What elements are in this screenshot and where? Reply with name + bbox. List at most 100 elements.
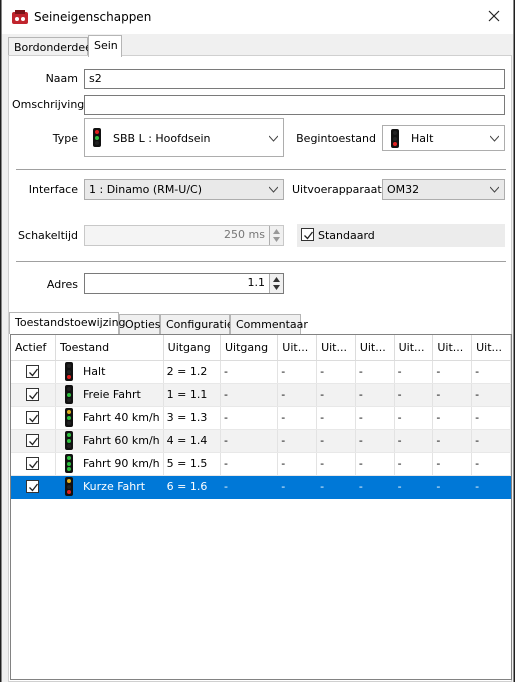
signal-icon (65, 362, 74, 381)
actief-checkbox[interactable] (26, 480, 39, 494)
empty-cell: - (432, 452, 473, 476)
column-header[interactable]: Uit... (471, 335, 511, 361)
naam-input[interactable]: s2 (84, 69, 505, 89)
column-header[interactable]: Uitgang (220, 335, 279, 361)
toestand-grid: Actief Toestand Uitgang Uitgang Uit... Uit...… (10, 334, 512, 680)
toestand-cell: Freie Fahrt (55, 383, 164, 407)
begintoestand-select[interactable]: Halt (382, 125, 505, 151)
toestand-cell: Fahrt 40 km/h (55, 406, 164, 430)
uitvoerapparaat-label: Uitvoerapparaat (292, 183, 382, 196)
table-row[interactable]: Fahrt 90 km/h 5 = 1.5- - - - - - - (11, 452, 511, 476)
dialog-window: Seineigenschappen Bordonderdeel Sein Naa… (1, 0, 514, 682)
column-header[interactable]: Uit... (277, 335, 318, 361)
toestand-label: Halt (83, 364, 106, 378)
empty-cell: - (220, 475, 279, 499)
actief-cell (11, 429, 57, 453)
empty-cell: - (432, 429, 473, 453)
app-icon (12, 10, 28, 24)
toestand-label: Fahrt 40 km/h (83, 410, 160, 424)
type-value: SBB L : Hoofdsein (113, 132, 211, 145)
check-icon (304, 231, 314, 240)
table-row[interactable]: Kurze Fahrt 6 = 1.6- - - - - - - (11, 475, 511, 499)
empty-cell: - (394, 452, 434, 476)
table-row[interactable]: Halt 2 = 1.2- - - - - - - (11, 360, 511, 384)
tab-bordonderdeel[interactable]: Bordonderdeel (8, 37, 95, 56)
toestand-cell: Fahrt 60 km/h (55, 429, 164, 453)
check-icon (29, 460, 39, 469)
empty-cell: - (471, 406, 511, 430)
toestand-cell: Halt (55, 360, 164, 384)
tab-sein[interactable]: Sein (88, 35, 122, 57)
empty-cell: - (394, 475, 434, 499)
standaard-checkbox[interactable] (301, 228, 314, 241)
table-row[interactable]: Freie Fahrt 1 = 1.1- - - - - - - (11, 383, 511, 407)
schakeltijd-input[interactable]: 250 ms (84, 225, 284, 246)
column-header[interactable]: Uit... (355, 335, 395, 361)
adres-input[interactable]: 1.1 (84, 273, 284, 294)
toestand-label: Freie Fahrt (83, 387, 141, 401)
spin-up-icon (273, 229, 280, 234)
tab-commentaar[interactable]: Commentaar (230, 314, 308, 334)
signal-icon (65, 408, 74, 427)
empty-cell: - (220, 452, 279, 476)
interface-value: 1 : Dinamo (RM-U/C) (89, 183, 203, 196)
uitvoerapparaat-select[interactable]: OM32 (382, 179, 505, 200)
uitgang-cell: 6 = 1.6 (163, 475, 221, 499)
empty-cell: - (277, 406, 318, 430)
divider (16, 169, 506, 170)
schakeltijd-value: 250 ms (224, 228, 265, 241)
actief-checkbox[interactable] (26, 365, 39, 379)
title-bar: Seineigenschappen (2, 0, 513, 34)
close-button[interactable] (483, 6, 505, 28)
empty-cell: - (277, 429, 318, 453)
actief-cell (11, 406, 57, 430)
empty-cell: - (432, 475, 473, 499)
empty-cell: - (220, 360, 279, 384)
tab-configuratie[interactable]: Configuratie (160, 314, 234, 334)
actief-cell (11, 452, 57, 476)
empty-cell: - (394, 360, 434, 384)
column-header[interactable]: Actief (11, 335, 57, 361)
table-row[interactable]: Fahrt 40 km/h 3 = 1.3- - - - - - - (11, 406, 511, 430)
chevron-down-icon (269, 135, 278, 142)
tab-toestandstoewijzing[interactable]: Toestandstoewijzing (9, 312, 126, 334)
spin-up-icon (273, 277, 280, 282)
actief-cell (11, 360, 57, 384)
omschrijving-label: Omschrijving (12, 98, 85, 111)
interface-select[interactable]: 1 : Dinamo (RM-U/C) (84, 179, 284, 200)
actief-checkbox[interactable] (26, 411, 39, 425)
actief-checkbox[interactable] (26, 388, 39, 402)
column-header[interactable]: Toestand (55, 335, 164, 361)
table-row[interactable]: Fahrt 60 km/h 4 = 1.4- - - - - - - (11, 429, 511, 453)
standaard-label: Standaard (318, 229, 375, 242)
column-header[interactable]: Uitgang (163, 335, 221, 361)
chevron-down-icon (490, 135, 499, 142)
column-header[interactable]: Uit... (432, 335, 473, 361)
empty-cell: - (277, 452, 318, 476)
uitvoerapparaat-value: OM32 (387, 183, 420, 196)
type-select[interactable]: SBB L : Hoofdsein (84, 118, 284, 157)
actief-checkbox[interactable] (26, 434, 39, 448)
naam-label: Naam (45, 72, 78, 85)
column-header[interactable]: Uit... (394, 335, 434, 361)
check-icon (29, 437, 39, 446)
actief-checkbox[interactable] (26, 457, 39, 471)
adres-spinner[interactable] (269, 274, 283, 293)
column-header[interactable]: Uit... (316, 335, 356, 361)
check-icon (29, 391, 39, 400)
empty-cell: - (355, 360, 395, 384)
standaard-row: Standaard (297, 224, 505, 247)
empty-cell: - (316, 429, 356, 453)
empty-cell: - (471, 452, 511, 476)
chevron-down-icon (269, 186, 278, 193)
signal-icon (65, 454, 74, 473)
toestand-cell: Kurze Fahrt (55, 475, 164, 499)
omschrijving-input[interactable] (84, 95, 505, 115)
empty-cell: - (220, 383, 279, 407)
empty-cell: - (432, 383, 473, 407)
empty-cell: - (471, 475, 511, 499)
chevron-down-icon (490, 186, 499, 193)
uitgang-cell: 5 = 1.5 (163, 452, 221, 476)
uitgang-cell: 3 = 1.3 (163, 406, 221, 430)
schakeltijd-spinner[interactable] (269, 226, 283, 245)
